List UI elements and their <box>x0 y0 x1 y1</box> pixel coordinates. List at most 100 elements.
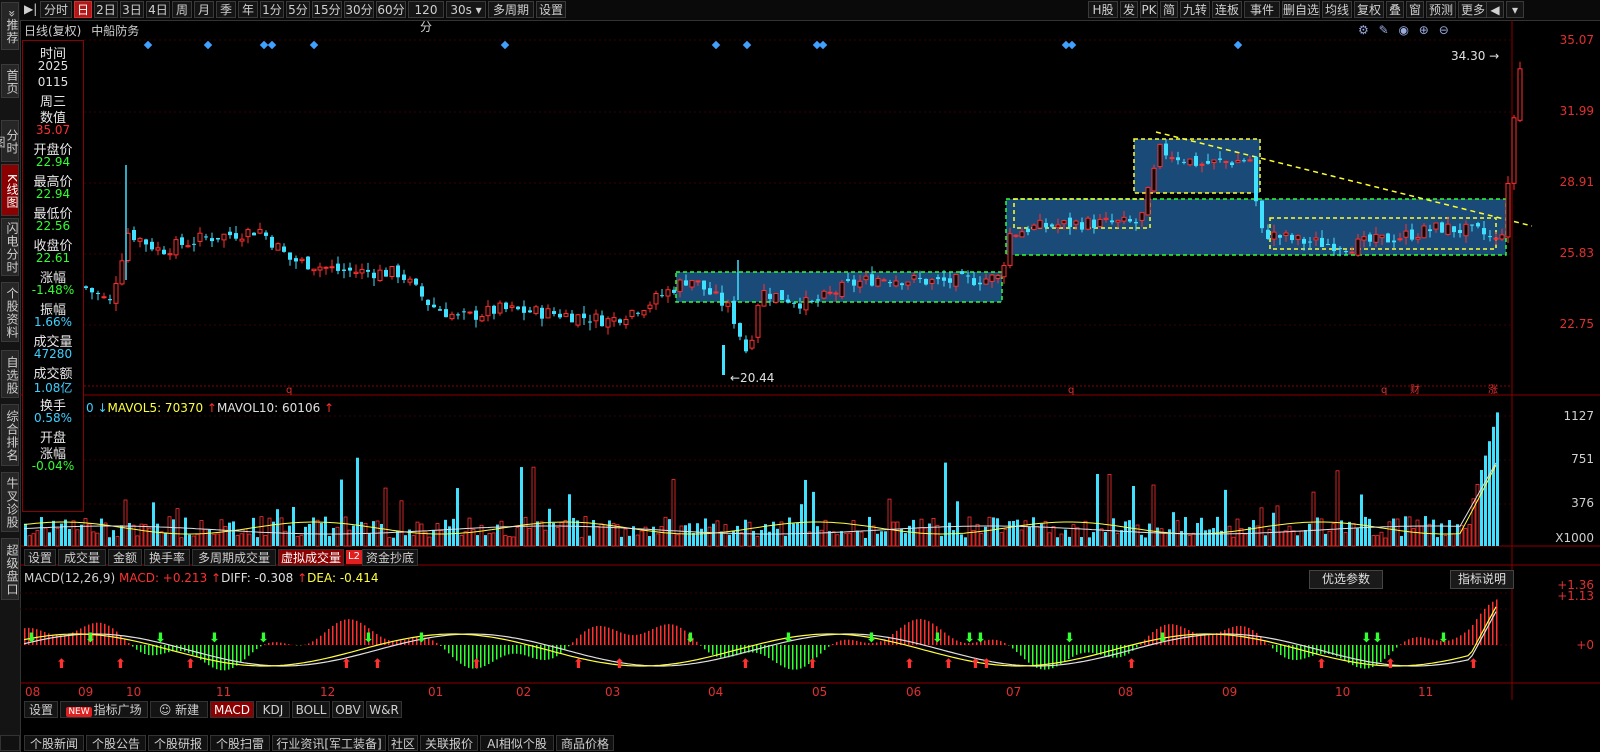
indicator-tab-5[interactable]: BOLL <box>292 701 330 718</box>
buy-signal-icon[interactable]: ⬆ <box>1468 657 1479 672</box>
buy-signal-icon[interactable]: ⬆ <box>1126 657 1137 672</box>
sell-signal-icon[interactable]: ⬇ <box>85 631 96 646</box>
candle-body <box>1080 222 1084 230</box>
event-marker[interactable] <box>1067 40 1077 50</box>
sell-signal-icon[interactable]: ⬇ <box>1361 631 1372 646</box>
sell-signal-icon[interactable]: ⬇ <box>866 631 877 646</box>
candle-body <box>989 274 995 282</box>
event-marker[interactable] <box>143 40 153 50</box>
indicator-tab-7[interactable]: W&R <box>366 701 402 718</box>
macd-histogram[interactable] <box>24 599 1498 671</box>
green-consolidation-box[interactable] <box>675 271 1003 303</box>
volume-bars[interactable] <box>24 412 1499 547</box>
sell-signal-icon[interactable]: ⬇ <box>1157 631 1168 646</box>
sell-signal-icon[interactable]: ⬇ <box>975 631 986 646</box>
event-tag[interactable]: 涨 <box>1488 384 1498 396</box>
sell-signal-icon[interactable]: ⬇ <box>209 631 220 646</box>
sell-signal-icon[interactable]: ⬇ <box>932 631 943 646</box>
sell-signal-icon[interactable]: ⬇ <box>258 631 269 646</box>
volume-tab-6[interactable]: 资金抄底 <box>362 549 418 566</box>
event-tag[interactable]: q <box>1068 385 1074 396</box>
candle-body <box>833 292 839 295</box>
volume-tab-0[interactable]: 设置 <box>24 549 56 566</box>
candle-body <box>972 278 976 286</box>
volume-tab-1[interactable]: 成交量 <box>58 549 106 566</box>
bottom-tab-8[interactable]: 商品价格 <box>556 735 614 751</box>
sell-signal-icon[interactable]: ⬇ <box>155 631 166 646</box>
buy-signal-icon[interactable]: ⬆ <box>981 657 992 672</box>
event-marker[interactable] <box>742 40 752 50</box>
bottom-tab-2[interactable]: 个股研报 <box>148 735 208 751</box>
buy-signal-icon[interactable]: ⬆ <box>1316 657 1327 672</box>
indicator-tab-1[interactable]: NEW 指标广场 <box>60 701 148 718</box>
sell-signal-icon[interactable]: ⬇ <box>1064 631 1075 646</box>
sell-signal-icon[interactable]: ⬇ <box>783 631 794 646</box>
sell-signal-icon[interactable]: ⬇ <box>1438 631 1449 646</box>
buy-signal-icon[interactable]: ⬆ <box>807 657 818 672</box>
macd-bar <box>1300 645 1302 660</box>
buy-signal-icon[interactable]: ⬆ <box>471 657 482 672</box>
macd-bar <box>1380 645 1382 663</box>
event-marker[interactable] <box>1233 40 1243 50</box>
volume-bar <box>1496 412 1499 546</box>
volume-tab-2[interactable]: 金额 <box>108 549 142 566</box>
buy-signal-icon[interactable]: ⬆ <box>372 657 383 672</box>
optimize-params-button[interactable]: 优选参数 <box>1309 570 1383 589</box>
volume-bar <box>1488 441 1491 546</box>
sell-signal-icon[interactable]: ⬇ <box>964 631 975 646</box>
bottom-tab-3[interactable]: 个股扫雷 <box>210 735 270 751</box>
sell-signal-icon[interactable]: ⬇ <box>363 631 374 646</box>
event-marker[interactable] <box>500 40 510 50</box>
volume-tab-5[interactable]: 虚拟成交量 <box>278 549 344 566</box>
event-marker[interactable] <box>203 40 213 50</box>
indicator-tab-2[interactable]: ☺ 新建 <box>150 701 208 718</box>
event-marker[interactable] <box>309 40 319 50</box>
indicator-help-button[interactable]: 指标说明 <box>1450 570 1514 589</box>
sell-signal-icon[interactable]: ⬇ <box>685 631 696 646</box>
buy-signal-icon[interactable]: ⬆ <box>1385 657 1396 672</box>
buy-signal-icon[interactable]: ⬆ <box>185 657 196 672</box>
volume-tab-3[interactable]: 换手率 <box>144 549 190 566</box>
event-marker[interactable] <box>818 40 828 50</box>
sell-signal-icon[interactable]: ⬇ <box>1372 631 1383 646</box>
bottom-tab-1[interactable]: 个股公告 <box>86 735 146 751</box>
candle-body <box>1176 157 1180 161</box>
buy-signal-icon[interactable]: ⬆ <box>740 657 751 672</box>
buy-signal-icon[interactable]: ⬆ <box>56 657 67 672</box>
buy-signal-icon[interactable]: ⬆ <box>341 657 352 672</box>
volume-tick-3: X1000 <box>1555 531 1594 545</box>
buy-signal-icon[interactable]: ⬆ <box>115 657 126 672</box>
indicator-tab-3[interactable]: MACD <box>210 701 254 718</box>
stock-chart[interactable]: 34.30 →←20.44q q q 财涨⬇ ⬇ ⬇ ⬇ ⬇ ⬇ ⬇ ⬇ ⬇ ⬇ ⬇ ⬇ ⬇ ⬇ ⬇ ⬇ ⬇ ⬇⬆ ⬆ ⬆ ⬆… <box>0 0 1600 752</box>
buy-signal-icon[interactable]: ⬆ <box>904 657 915 672</box>
indicator-tab-4[interactable]: KDJ <box>256 701 290 718</box>
bottom-tab-5[interactable]: 社区 <box>388 735 418 751</box>
event-marker[interactable] <box>259 40 269 50</box>
bottom-tab-7[interactable]: AI相似个股 <box>480 735 554 751</box>
volume-bar <box>967 516 972 547</box>
buy-signal-icon[interactable]: ⬆ <box>573 657 584 672</box>
indicator-tab-6[interactable]: OBV <box>332 701 364 718</box>
candle-body <box>144 239 148 245</box>
event-marker[interactable] <box>711 40 721 50</box>
volume-tab-4[interactable]: 多周期成交量 <box>192 549 276 566</box>
macd-bar <box>1272 645 1274 649</box>
buy-signal-icon[interactable]: ⬆ <box>614 657 625 672</box>
event-marker[interactable] <box>267 40 277 50</box>
sell-signal-icon[interactable]: ⬇ <box>416 631 427 646</box>
event-tag[interactable]: q <box>1381 385 1387 396</box>
sell-signal-icon[interactable]: ⬇ <box>26 631 37 646</box>
event-tag[interactable]: q <box>286 385 292 396</box>
bottom-tab-6[interactable]: 关联报价 <box>420 735 478 751</box>
volume-bar <box>324 516 327 546</box>
buy-signal-icon[interactable]: ⬆ <box>943 657 954 672</box>
candle-body <box>1440 222 1444 233</box>
bottom-tab-0[interactable]: 个股新闻 <box>24 735 84 751</box>
volume-bar <box>1392 518 1395 546</box>
indicator-tab-0[interactable]: 设置 <box>24 701 58 718</box>
bottom-tab-4[interactable]: 行业资讯[军工装备] <box>272 735 386 751</box>
candle-body <box>1026 228 1030 233</box>
macd-bar <box>1372 645 1374 668</box>
event-tag[interactable]: 财 <box>1410 383 1420 396</box>
buy-signal-icon[interactable]: ⬆ <box>970 657 981 672</box>
